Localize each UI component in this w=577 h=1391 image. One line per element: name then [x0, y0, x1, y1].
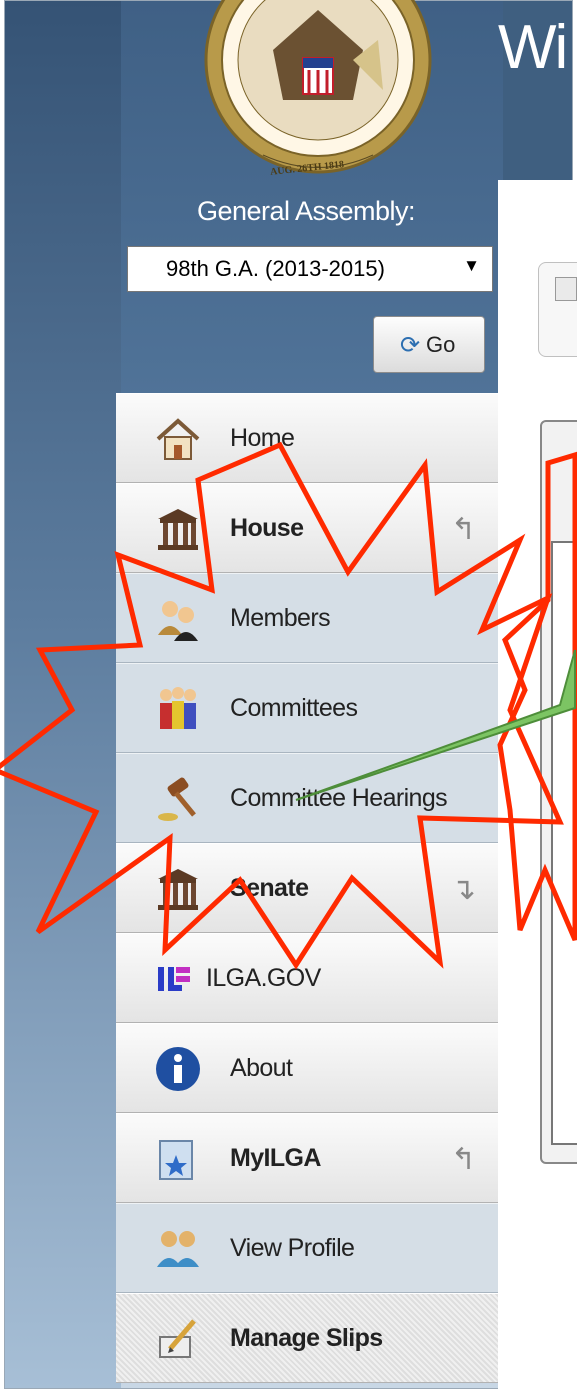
nav-label-committees: Committees: [230, 694, 358, 722]
nav-label-home: Home: [230, 424, 295, 452]
page-title: Wi: [498, 13, 568, 82]
nav-label-committee-hearings: Committee Hearings: [230, 784, 448, 812]
house-icon: [154, 415, 202, 463]
nav-label-about: About: [230, 1054, 293, 1082]
capitol-building-icon: [154, 865, 202, 913]
dropdown-arrow-icon: ▼: [463, 256, 480, 275]
members-icon: [154, 595, 202, 643]
nav-item-myilga[interactable]: MyILGA ↰: [116, 1113, 498, 1203]
toolbar[interactable]: [538, 262, 577, 357]
nav-label-members: Members: [230, 604, 331, 632]
nav-item-house[interactable]: House ↰: [116, 483, 498, 573]
capitol-building-icon: [154, 505, 202, 553]
myilga-folder-icon: [154, 1135, 202, 1183]
collapse-arrow-icon[interactable]: ↰: [451, 1142, 476, 1177]
nav-item-committee-hearings[interactable]: Committee Hearings: [116, 753, 498, 843]
nav-item-home[interactable]: Home: [116, 393, 498, 483]
info-icon: [154, 1045, 202, 1093]
document-icon: [555, 277, 577, 301]
nav-item-about[interactable]: About: [116, 1023, 498, 1113]
go-button[interactable]: ⟳ Go: [373, 316, 485, 373]
collapse-arrow-icon[interactable]: ↰: [451, 512, 476, 547]
committees-icon: [154, 685, 202, 733]
general-assembly-selected: 98th G.A. (2013-2015): [166, 256, 385, 281]
navigation-menu: Home House ↰ Members Committees Committe…: [116, 393, 498, 1383]
nav-item-ilga-gov[interactable]: ILGA.GOV: [116, 933, 498, 1023]
nav-label-view-profile: View Profile: [230, 1234, 355, 1262]
nav-item-committees[interactable]: Committees: [116, 663, 498, 753]
nav-label-senate: Senate: [230, 874, 309, 902]
general-assembly-label: General Assembly:: [196, 196, 416, 226]
nav-item-senate[interactable]: Senate ↴: [116, 843, 498, 933]
nav-item-manage-slips[interactable]: Manage Slips: [116, 1293, 498, 1383]
go-button-label: Go: [426, 332, 456, 357]
profile-icon: [154, 1225, 202, 1273]
content-list[interactable]: [551, 541, 577, 1145]
nav-item-members[interactable]: Members: [116, 573, 498, 663]
nav-label-house: House: [230, 514, 304, 542]
refresh-icon: ⟳: [400, 332, 421, 359]
gavel-icon: [154, 775, 202, 823]
nav-item-view-profile[interactable]: View Profile: [116, 1203, 498, 1293]
nav-label-ilga-gov: ILGA.GOV: [206, 964, 321, 992]
expand-arrow-icon[interactable]: ↴: [451, 872, 476, 907]
edit-slips-icon: [154, 1315, 202, 1363]
general-assembly-select[interactable]: 98th G.A. (2013-2015) ▼: [127, 246, 493, 292]
nav-label-myilga: MyILGA: [230, 1144, 321, 1172]
ilga-logo-icon: [150, 955, 198, 1003]
nav-label-manage-slips: Manage Slips: [230, 1324, 383, 1352]
left-background-strip: [5, 1, 121, 1388]
